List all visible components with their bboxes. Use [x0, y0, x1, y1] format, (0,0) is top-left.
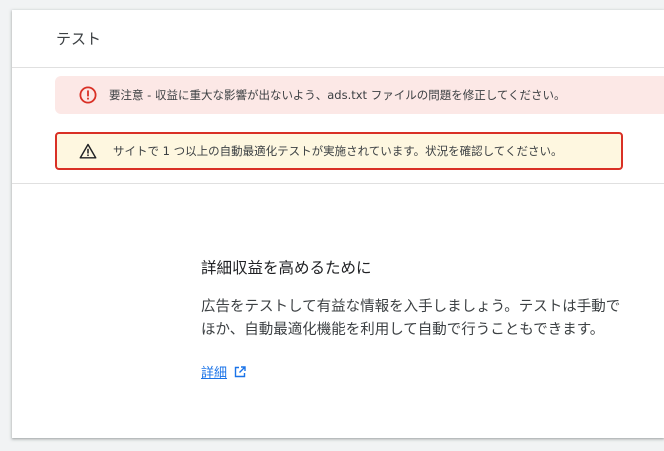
- error-banner-text: 要注意 - 収益に重大な影響が出ないよう、ads.txt ファイルの問題を修正し…: [109, 88, 566, 102]
- card-header: テスト: [12, 10, 664, 68]
- error-icon: [79, 86, 97, 104]
- open-in-new-icon[interactable]: [234, 365, 246, 378]
- learn-more-link[interactable]: 詳細: [201, 362, 227, 381]
- section-divider: [12, 183, 664, 184]
- empty-state-heading: 詳細収益を高めるために: [201, 259, 372, 277]
- warning-icon: [79, 142, 97, 160]
- learn-more: 詳細: [201, 362, 664, 381]
- empty-state-body-line-1: 広告をテストして有益な情報を入手しましょう。テストは手動で: [201, 299, 621, 315]
- card-title: テスト: [56, 30, 102, 48]
- auto-optimize-warning-banner[interactable]: サイトで 1 つ以上の自動最適化テストが実施されています。状況を確認してください…: [55, 132, 623, 170]
- tests-card: テスト 要注意 - 収益に重大な影響が出ないよう、ads.txt ファイルの問題…: [12, 10, 664, 438]
- ads-txt-error-banner[interactable]: 要注意 - 収益に重大な影響が出ないよう、ads.txt ファイルの問題を修正し…: [55, 76, 664, 114]
- empty-state: 詳細収益を高めるために 広告をテストして有益な情報を入手しましょう。テストは手動…: [201, 256, 664, 381]
- warning-banner-text: サイトで 1 つ以上の自動最適化テストが実施されています。状況を確認してください…: [113, 144, 563, 158]
- empty-state-body-line-2: ほか、自動最適化機能を利用して自動で行うこともできます。: [201, 322, 605, 338]
